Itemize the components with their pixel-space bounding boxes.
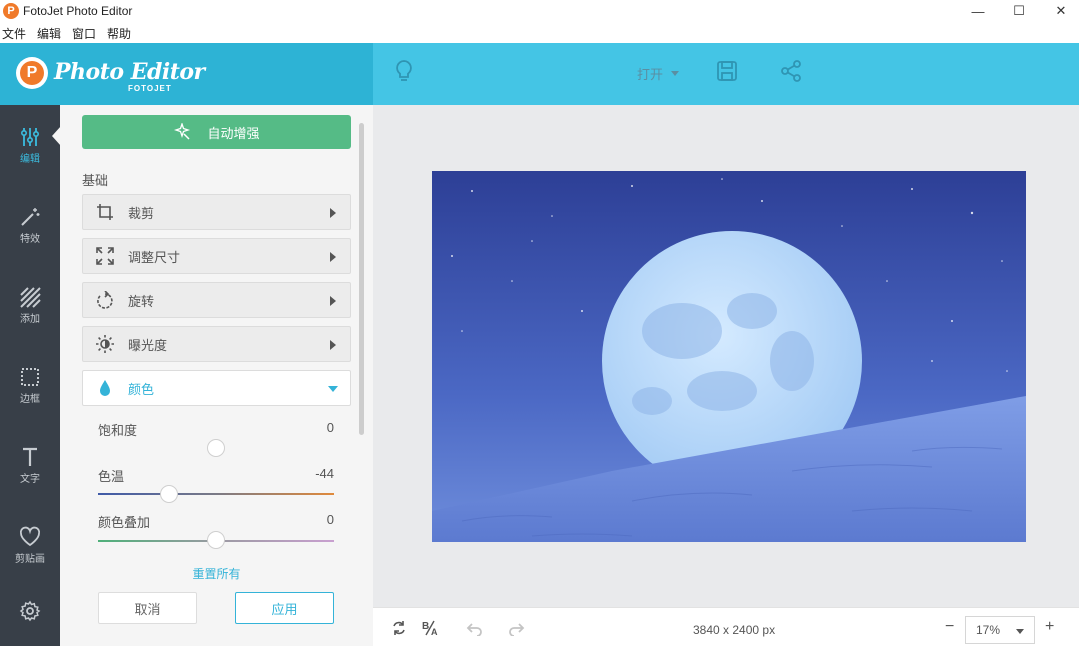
panel-scrollbar[interactable] (359, 123, 364, 435)
resize-icon (95, 246, 115, 266)
chevron-right-icon (330, 340, 336, 350)
photo-canvas[interactable] (432, 171, 1026, 542)
sliders-icon (20, 127, 40, 146)
temperature-label: 色温 (98, 469, 125, 484)
minimize-button[interactable]: — (956, 0, 1000, 22)
magic-wand-icon (21, 207, 40, 226)
header-brand: P Photo Editor FOTOJET (0, 43, 373, 105)
auto-enhance-button[interactable]: 自动增强 (82, 115, 351, 149)
row-color[interactable]: 颜色 (82, 370, 351, 406)
auto-enhance-label: 自动增强 (207, 125, 260, 141)
temperature-value: -44 (315, 466, 334, 481)
row-crop[interactable]: 裁剪 (82, 194, 351, 230)
temperature-thumb[interactable] (159, 485, 178, 503)
row-exposure-label: 曝光度 (128, 337, 168, 353)
chevron-right-icon (330, 208, 336, 218)
nav-item-text[interactable]: 文字 (0, 435, 60, 495)
rotate-icon (95, 290, 115, 310)
left-nav: 编辑 特效 添加 边框 文字 剪贴画 (0, 105, 60, 646)
maximize-button[interactable]: ☐ (997, 0, 1041, 22)
lightbulb-icon[interactable] (391, 58, 417, 84)
magic-wand-icon (174, 123, 191, 140)
nav-label-frame: 边框 (20, 393, 40, 405)
saturation-thumb[interactable] (207, 439, 225, 457)
text-icon (23, 447, 37, 466)
title-bar: P FotoJet Photo Editor — ☐ ✕ (0, 0, 1079, 22)
row-color-label: 颜色 (128, 381, 155, 397)
svg-text:A: A (431, 627, 438, 636)
saturation-label: 饱和度 (98, 423, 138, 438)
nav-item-settings[interactable] (0, 581, 60, 641)
nav-label-effects: 特效 (20, 233, 40, 245)
logo-text: Photo Editor (54, 59, 205, 85)
gear-icon (19, 600, 41, 622)
reset-image-icon[interactable] (389, 619, 409, 637)
cancel-button[interactable]: 取消 (98, 592, 197, 624)
open-dropdown[interactable]: 打开 (637, 64, 680, 83)
zoom-value: 17% (976, 623, 1001, 637)
nav-label-clipart: 剪贴画 (15, 553, 45, 565)
exposure-icon (95, 334, 115, 354)
menu-help[interactable]: 帮助 (107, 25, 131, 42)
temperature-track[interactable] (98, 493, 334, 495)
bottom-bar: BA 3840 x 2400 px − 17% + (373, 607, 1079, 646)
zoom-in-button[interactable]: + (1045, 618, 1054, 636)
nav-label-text: 文字 (20, 473, 40, 485)
logo-subtitle: FOTOJET (128, 84, 172, 93)
menu-edit[interactable]: 编辑 (37, 25, 61, 42)
zoom-select[interactable]: 17% (965, 616, 1035, 644)
menu-file[interactable]: 文件 (2, 25, 26, 42)
nav-item-edit[interactable]: 编辑 (0, 115, 60, 175)
section-basic-title: 基础 (82, 173, 109, 188)
app-icon: P (3, 3, 19, 19)
color-overlay-thumb[interactable] (207, 531, 225, 549)
color-overlay-label: 颜色叠加 (98, 515, 151, 530)
apply-button[interactable]: 应用 (235, 592, 334, 624)
close-button[interactable]: ✕ (1039, 0, 1079, 22)
row-resize-label: 调整尺寸 (128, 249, 181, 265)
menu-bar: 文件 编辑 窗口 帮助 (0, 24, 1079, 42)
crop-icon (95, 202, 115, 222)
nav-item-frame[interactable]: 边框 (0, 355, 60, 415)
chevron-down-icon (328, 386, 338, 392)
nav-item-effects[interactable]: 特效 (0, 195, 60, 255)
chevron-down-icon (1016, 629, 1024, 634)
redo-icon[interactable] (507, 619, 527, 637)
row-crop-label: 裁剪 (128, 205, 155, 221)
save-icon[interactable] (714, 58, 740, 84)
droplet-icon (95, 378, 115, 398)
chevron-right-icon (330, 252, 336, 262)
nav-item-clipart[interactable]: 剪贴画 (0, 515, 60, 575)
hatch-icon (20, 286, 41, 308)
logo-badge: P (16, 57, 48, 89)
undo-icon[interactable] (464, 619, 484, 637)
nav-item-overlay[interactable]: 添加 (0, 275, 60, 335)
row-resize[interactable]: 调整尺寸 (82, 238, 351, 274)
color-overlay-value: 0 (326, 512, 334, 527)
chevron-down-icon (671, 71, 680, 76)
row-rotate-label: 旋转 (128, 293, 155, 309)
row-exposure[interactable]: 曝光度 (82, 326, 351, 362)
share-icon[interactable] (778, 58, 804, 84)
heart-icon (19, 526, 41, 546)
menu-window[interactable]: 窗口 (72, 25, 96, 42)
frame-icon (21, 367, 39, 386)
window-title: FotoJet Photo Editor (23, 4, 133, 18)
nav-label-edit: 编辑 (20, 153, 40, 165)
edit-panel: 自动增强 基础 裁剪 调整尺寸 旋转 曝光度 颜色 饱和度 0 色温 -44 颜… (60, 105, 373, 646)
compare-icon[interactable]: BA (420, 619, 440, 637)
chevron-right-icon (330, 296, 336, 306)
image-dimension: 3840 x 2400 px (693, 623, 776, 637)
nav-label-overlay: 添加 (20, 313, 40, 325)
saturation-value: 0 (326, 420, 334, 435)
zoom-out-button[interactable]: − (945, 618, 954, 636)
open-label: 打开 (637, 67, 664, 82)
row-rotate[interactable]: 旋转 (82, 282, 351, 318)
reset-all-link[interactable]: 重置所有 (60, 565, 373, 582)
